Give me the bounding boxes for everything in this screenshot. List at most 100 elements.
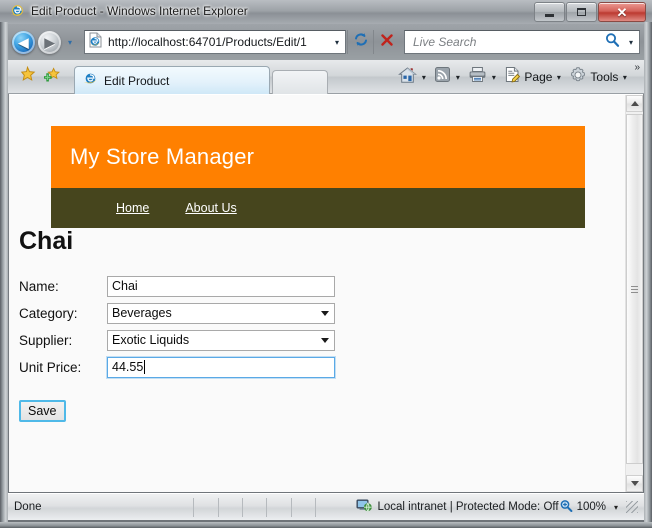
window-border-bottom (0, 522, 652, 528)
page-title: Chai (19, 227, 74, 255)
address-input[interactable]: http://localhost:64701/Products/Edit/1 ▾ (84, 30, 346, 54)
page-favicon-icon (88, 32, 103, 53)
tab-favicon-icon (83, 71, 98, 91)
site-title: My Store Manager (70, 144, 255, 169)
chevron-down-icon: ▾ (455, 72, 460, 82)
status-bar: Done Local intranet | Protected Mode: Of… (8, 493, 644, 520)
category-label: Category: (19, 305, 78, 321)
chevron-up-icon (630, 101, 639, 106)
add-to-favorites-button[interactable] (41, 67, 63, 87)
status-segment-divider (292, 497, 317, 517)
home-button[interactable]: ▾ (396, 64, 432, 90)
vertical-scrollbar[interactable] (625, 95, 643, 492)
supplier-select[interactable]: Exotic Liquids (107, 329, 335, 351)
refresh-button[interactable] (347, 30, 373, 54)
scrollbar-thumb[interactable] (626, 114, 643, 464)
chevron-down-icon: ▾ (628, 37, 633, 47)
chevron-down-icon: ▾ (613, 502, 618, 512)
minimize-button[interactable] (534, 2, 565, 22)
command-bar-overflow-button[interactable]: » (633, 62, 640, 73)
local-intranet-icon (356, 498, 373, 516)
printer-icon (468, 66, 487, 88)
chevron-down-icon (321, 337, 329, 343)
favorites-center-button[interactable] (16, 65, 38, 88)
window-border-left (0, 22, 8, 528)
title-bar-content: Edit Product - Windows Internet Explorer (10, 3, 248, 18)
page-menu-button[interactable]: Page ▾ (502, 64, 567, 90)
print-dropdown-button[interactable]: ▾ (487, 64, 500, 90)
search-icon[interactable] (604, 32, 621, 53)
chevron-down-icon: ▾ (334, 37, 339, 47)
forward-arrow-icon: ▶ (44, 34, 55, 50)
feeds-dropdown-button[interactable]: ▾ (451, 64, 464, 90)
status-text: Done (8, 497, 195, 517)
recent-pages-dropdown[interactable]: ▾ (64, 37, 76, 47)
status-segment-divider (243, 497, 268, 517)
category-select-value: Beverages (112, 306, 172, 320)
back-button[interactable]: ◀ (12, 31, 35, 54)
tools-menu-label: Tools (590, 70, 619, 84)
home-dropdown-button[interactable]: ▾ (417, 64, 430, 90)
new-tab-button[interactable] (272, 70, 328, 94)
zoom-level-text: 100% (576, 501, 606, 513)
page-dropdown-button[interactable]: ▾ (552, 64, 565, 90)
search-input[interactable]: Live Search ▾ (404, 30, 640, 54)
zoom-control[interactable]: 100% ▾ (559, 499, 644, 516)
tools-menu-button[interactable]: Tools ▾ (567, 64, 633, 90)
page-icon (504, 66, 521, 88)
close-icon: ✕ (616, 4, 628, 20)
gear-icon (569, 66, 587, 89)
zoom-in-icon (559, 499, 574, 516)
unit-price-input-value: 44.55 (112, 360, 144, 374)
nav-link-home[interactable]: Home (116, 201, 149, 215)
unit-price-label: Unit Price: (19, 359, 82, 375)
save-button-label: Save (28, 404, 57, 418)
scroll-down-button[interactable] (626, 475, 643, 492)
stop-x-icon (380, 33, 394, 52)
name-label: Name: (19, 278, 59, 294)
stop-button[interactable] (373, 30, 399, 54)
maximize-button[interactable] (566, 2, 597, 22)
print-button[interactable]: ▾ (466, 64, 502, 90)
site-banner: My Store Manager (51, 126, 585, 188)
tab-edit-product[interactable]: Edit Product (74, 66, 270, 94)
tools-dropdown-button[interactable]: ▾ (618, 64, 631, 90)
address-bar: ◀ ▶ ▾ http://localhost:64701/Products/Ed… (8, 24, 644, 60)
window-controls: ✕ (534, 2, 646, 22)
security-zone-indicator[interactable]: Local intranet | Protected Mode: Off (356, 498, 559, 516)
zoom-dropdown-button[interactable]: ▾ (609, 503, 623, 512)
category-select[interactable]: Beverages (107, 302, 335, 324)
nav-link-about-us[interactable]: About Us (185, 201, 236, 215)
search-provider-dropdown[interactable]: ▾ (623, 38, 639, 47)
search-placeholder: Live Search (413, 35, 477, 49)
form-row-unit-price: Unit Price: 44.55 (19, 354, 335, 380)
site-container: My Store Manager Home About Us (51, 126, 585, 228)
address-dropdown-button[interactable]: ▾ (329, 31, 345, 53)
window-resize-grip[interactable] (626, 501, 638, 513)
name-input[interactable]: Chai (107, 275, 335, 297)
tab-label: Edit Product (104, 73, 170, 88)
unit-price-input[interactable]: 44.55 (107, 356, 335, 378)
refresh-icon (353, 32, 369, 52)
save-button[interactable]: Save (19, 400, 66, 422)
text-cursor (144, 360, 146, 374)
forward-button[interactable]: ▶ (38, 31, 61, 54)
supplier-select-value: Exotic Liquids (112, 333, 190, 347)
page-viewport: My Store Manager Home About Us Chai Name… (9, 94, 643, 492)
feeds-button[interactable]: ▾ (432, 64, 466, 90)
back-arrow-icon: ◀ (18, 34, 29, 50)
form-row-supplier: Supplier: Exotic Liquids (19, 327, 335, 353)
add-favorite-icon (43, 66, 61, 88)
name-input-value: Chai (112, 279, 138, 293)
command-bar: ▾ ▾ ▾ Page ▾ Tools ▾ » (396, 62, 640, 90)
browser-window: Edit Product - Windows Internet Explorer… (0, 0, 652, 528)
star-icon (19, 65, 36, 88)
chevron-down-icon: ▾ (622, 72, 627, 82)
close-button[interactable]: ✕ (598, 2, 646, 22)
security-zone-text: Local intranet | Protected Mode: Off (377, 501, 559, 513)
window-border-right (644, 22, 652, 528)
address-url-text: http://localhost:64701/Products/Edit/1 (108, 35, 307, 49)
scroll-up-button[interactable] (626, 95, 643, 112)
chevron-down-icon: ▾ (556, 72, 561, 82)
form-row-name: Name: Chai (19, 273, 335, 299)
